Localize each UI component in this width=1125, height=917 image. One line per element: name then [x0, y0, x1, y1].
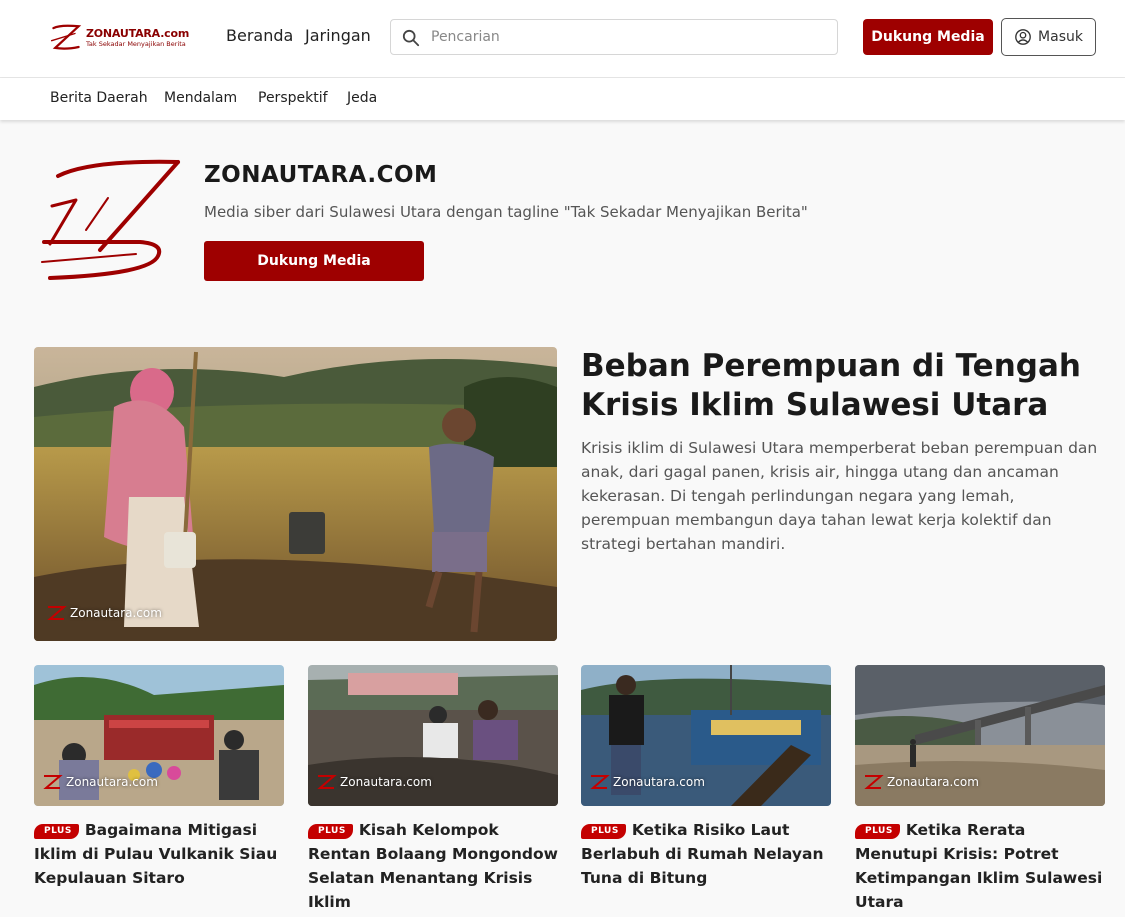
watermark-text: Zonautara.com — [66, 775, 158, 789]
profile-support-button[interactable]: Dukung Media — [204, 241, 424, 281]
user-circle-icon — [1015, 29, 1031, 45]
logo-tagline: Tak Sekadar Menyajikan Berita — [86, 40, 186, 49]
card-watermark: Zonautara.com — [861, 772, 979, 792]
card-image[interactable]: Zonautara.com — [855, 665, 1105, 806]
watermark-text: Zonautara.com — [887, 775, 979, 789]
nav-beranda[interactable]: Beranda — [226, 26, 293, 45]
hero-watermark: Zonautara.com — [44, 603, 162, 623]
card-watermark: Zonautara.com — [40, 772, 158, 792]
plus-badge: PLUS — [581, 824, 626, 839]
search-box[interactable] — [390, 19, 838, 55]
plus-badge: PLUS — [34, 824, 79, 839]
card-watermark: Zonautara.com — [587, 772, 705, 792]
login-label: Masuk — [1038, 29, 1083, 45]
search-input[interactable] — [431, 20, 831, 54]
site-logo[interactable]: ZONAUTARA.com Tak Sekadar Menyajikan Ber… — [48, 20, 190, 56]
login-button[interactable]: Masuk — [1001, 18, 1096, 56]
article-card[interactable]: Zonautara.com PLUS Ketika Risiko Laut Ber… — [581, 665, 831, 890]
watermark-logo-icon — [43, 775, 63, 789]
card-image[interactable]: Zonautara.com — [308, 665, 558, 806]
card-title[interactable]: PLUS Ketika Risiko Laut Berlabuh di Rumah… — [581, 818, 831, 890]
watermark-logo-icon — [317, 775, 337, 789]
watermark-logo-icon — [590, 775, 610, 789]
hero-image[interactable]: Zonautara.com — [34, 347, 557, 641]
watermark-logo-icon — [864, 775, 884, 789]
nav-jaringan[interactable]: Jaringan — [305, 26, 371, 45]
card-image[interactable]: Zonautara.com — [581, 665, 831, 806]
hero-photo — [34, 347, 557, 641]
watermark-text: Zonautara.com — [340, 775, 432, 789]
card-image[interactable]: Zonautara.com — [34, 665, 284, 806]
top-header: ZONAUTARA.com Tak Sekadar Menyajikan Ber… — [0, 0, 1125, 78]
profile-description: Media siber dari Sulawesi Utara dengan t… — [204, 203, 808, 221]
category-perspektif[interactable]: Perspektif — [258, 90, 328, 106]
plus-badge: PLUS — [855, 824, 900, 839]
article-card[interactable]: Zonautara.com PLUS Bagaimana Mitigasi Ikl… — [34, 665, 284, 890]
profile-logo-icon — [41, 159, 180, 280]
category-berita-daerah[interactable]: Berita Daerah — [50, 90, 148, 106]
article-card[interactable]: Zonautara.com PLUS Kisah Kelompok Rentan … — [308, 665, 558, 914]
card-title[interactable]: PLUS Bagaimana Mitigasi Iklim di Pulau Vu… — [34, 818, 284, 890]
card-title[interactable]: PLUS Ketika Rerata Menutupi Krisis: Potre… — [855, 818, 1105, 914]
watermark-text: Zonautara.com — [613, 775, 705, 789]
card-watermark: Zonautara.com — [314, 772, 432, 792]
search-icon — [402, 29, 420, 47]
logo-name: ZONAUTARA.com — [86, 27, 190, 41]
hero-summary: Krisis iklim di Sulawesi Utara memperber… — [581, 439, 1098, 553]
category-mendalam[interactable]: Mendalam — [164, 90, 237, 106]
hero-headline[interactable]: Beban Perempuan di Tengah Krisis Iklim S… — [581, 347, 1101, 425]
article-card[interactable]: Zonautara.com PLUS Ketika Rerata Menutupi… — [855, 665, 1105, 914]
card-title[interactable]: PLUS Kisah Kelompok Rentan Bolaang Mongon… — [308, 818, 558, 914]
profile-title: ZONAUTARA.COM — [204, 162, 438, 188]
z-logo-icon — [50, 24, 82, 50]
support-media-button[interactable]: Dukung Media — [863, 19, 993, 55]
watermark-text: Zonautara.com — [70, 606, 162, 620]
category-jeda[interactable]: Jeda — [347, 90, 377, 106]
plus-badge: PLUS — [308, 824, 353, 839]
watermark-logo-icon — [47, 606, 67, 620]
category-nav: Berita Daerah Mendalam Perspektif Jeda — [0, 78, 1125, 120]
